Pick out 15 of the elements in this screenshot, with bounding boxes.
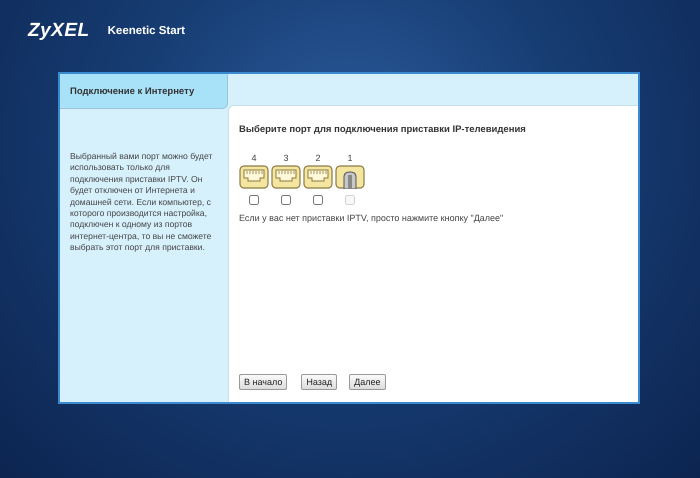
product-name: Keenetic Start: [108, 25, 185, 37]
sidebar-description: Выбранный вами порт можно будет использовать только для подключения приставки IPTV. Он будет отключен от Интернета и домашней сети. Если компьютер, с которого производится настройка, подключен к одному из портов интернет-центра, то вы не сможете выбрать этот порт для приставки.: [70, 151, 214, 254]
back-button[interactable]: Назад: [301, 374, 338, 390]
next-button[interactable]: Далее: [349, 374, 386, 390]
port-number: 1: [347, 153, 352, 163]
port-checkbox[interactable]: [249, 195, 259, 205]
port-number: 3: [283, 153, 288, 163]
port-checkbox[interactable]: [281, 195, 291, 205]
port-checkbox[interactable]: [313, 195, 323, 205]
port-number: 2: [315, 153, 320, 163]
content-heading: Выберите порт для подключения приставки IP-телевидения: [239, 124, 527, 135]
hint-text: Если у вас нет приставки IPTV, просто нажмите кнопку "Далее": [239, 213, 504, 223]
logo: ZyXEL: [28, 20, 90, 42]
port-number: 4: [251, 153, 256, 163]
start-button[interactable]: В начало: [239, 374, 288, 390]
